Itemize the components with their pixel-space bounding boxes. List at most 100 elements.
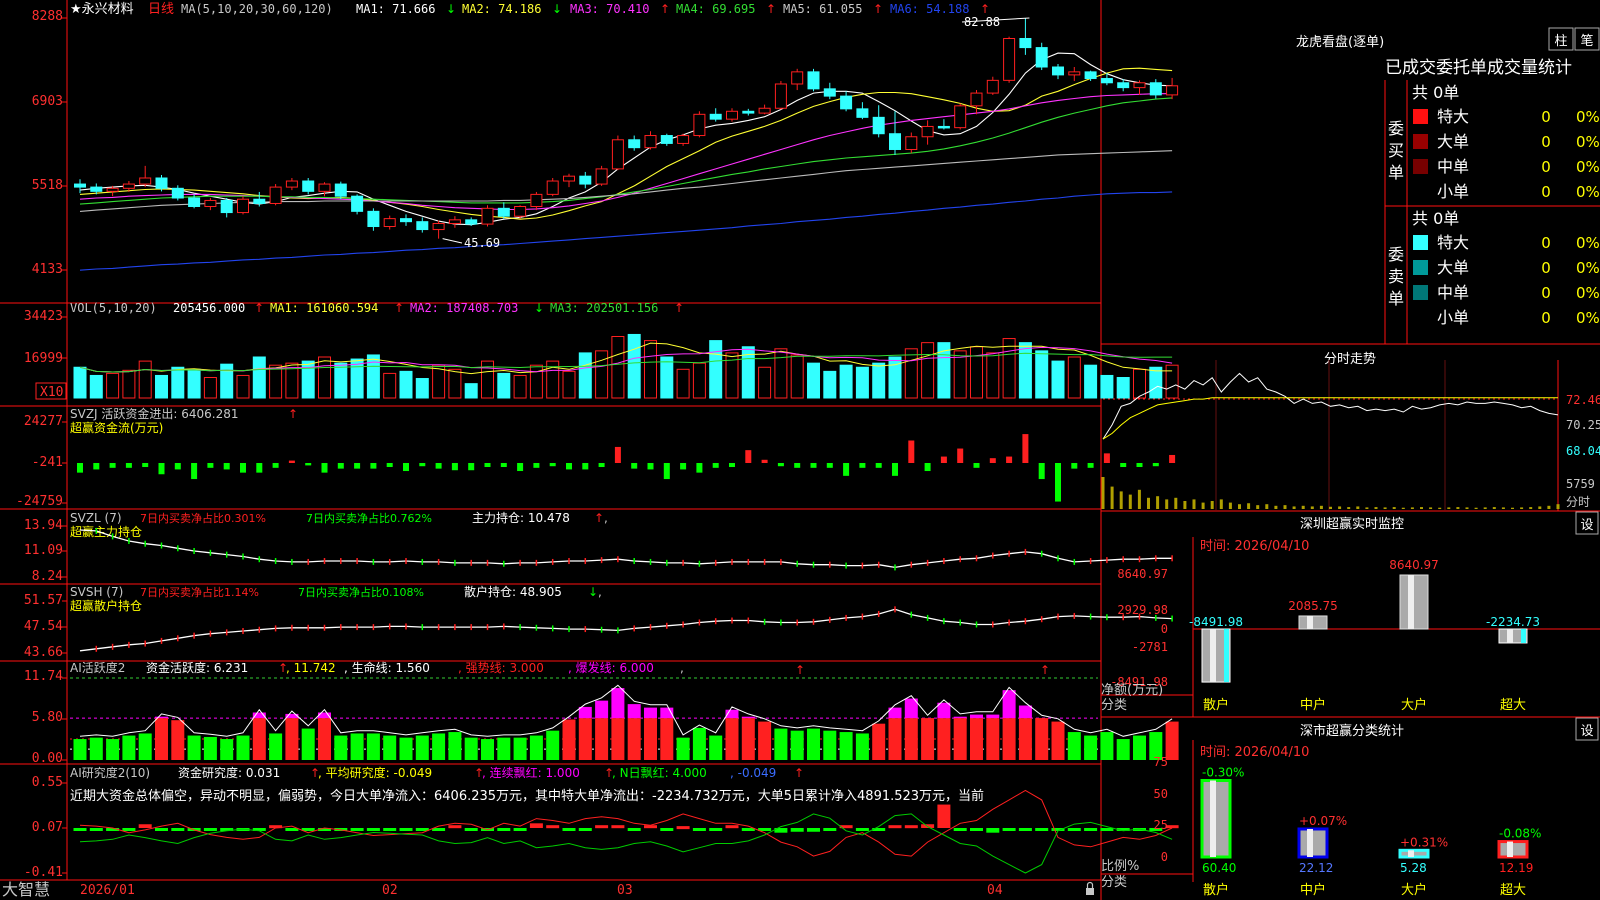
candlestick[interactable]	[611, 135, 624, 171]
candlestick[interactable]	[530, 191, 543, 211]
volume-bar[interactable]	[529, 364, 543, 399]
volume-bar[interactable]	[839, 364, 853, 399]
activity-bar[interactable]	[823, 730, 837, 760]
volume-bar[interactable]	[106, 372, 120, 399]
activity-bar[interactable]	[921, 718, 935, 760]
volume-bar[interactable]	[399, 370, 413, 399]
fund-flow-bar[interactable]	[305, 463, 312, 466]
activity-bar[interactable]	[709, 735, 723, 760]
activity-bar[interactable]	[546, 730, 560, 760]
volume-bar[interactable]	[203, 377, 217, 399]
research-bar[interactable]	[888, 825, 902, 829]
volume-bar[interactable]	[448, 368, 462, 399]
candlestick[interactable]	[677, 133, 690, 146]
volume-bar[interactable]	[464, 383, 478, 399]
candlestick[interactable]	[269, 184, 282, 206]
activity-bar[interactable]	[220, 739, 234, 760]
volume-bar[interactable]	[269, 364, 283, 399]
candlestick[interactable]	[693, 111, 706, 138]
volume-bar[interactable]	[1165, 364, 1179, 399]
fund-flow-bar[interactable]	[1006, 456, 1013, 463]
research-bar[interactable]	[350, 828, 364, 831]
volume-bar[interactable]	[432, 364, 446, 399]
research-bar[interactable]	[89, 828, 103, 831]
lock-icon[interactable]	[1086, 881, 1094, 896]
fund-flow-bar[interactable]	[892, 463, 898, 476]
activity-bar[interactable]	[269, 733, 283, 760]
research-bar[interactable]	[366, 828, 380, 831]
activity-bar[interactable]	[301, 728, 315, 760]
fund-flow-bar[interactable]	[1071, 463, 1078, 469]
volume-bar[interactable]	[1051, 360, 1065, 399]
fund-flow-bar[interactable]	[321, 463, 328, 473]
fund-flow-bar[interactable]	[1103, 453, 1110, 463]
activity-bar[interactable]	[252, 718, 266, 760]
research-bar[interactable]	[937, 804, 951, 828]
activity-bar[interactable]	[236, 735, 250, 760]
vol-plot[interactable]	[73, 333, 1179, 399]
volume-bar[interactable]	[904, 348, 918, 399]
activity-bar[interactable]	[1100, 732, 1114, 760]
activity-bar[interactable]	[595, 718, 609, 760]
volume-bar[interactable]	[595, 350, 609, 399]
svsh-line[interactable]	[79, 608, 1173, 652]
volume-bar[interactable]	[1100, 374, 1114, 399]
research-bar[interactable]	[790, 828, 804, 832]
volume-bar[interactable]	[986, 352, 1000, 399]
activity-bar[interactable]	[106, 739, 120, 760]
fund-flow-bar[interactable]	[729, 463, 735, 468]
candlestick[interactable]	[628, 135, 641, 151]
fund-flow-bar[interactable]	[1120, 463, 1127, 468]
activity-bar[interactable]	[562, 719, 576, 760]
activity-bar[interactable]	[513, 737, 527, 760]
fund-flow-bar[interactable]	[207, 463, 214, 468]
fund-flow-bar[interactable]	[598, 463, 605, 468]
volume-bar[interactable]	[578, 352, 592, 399]
candlestick[interactable]	[840, 91, 853, 112]
volume-bar[interactable]	[660, 356, 674, 399]
activity-bar[interactable]	[839, 732, 853, 760]
research-bar[interactable]	[823, 828, 837, 831]
activity-bar[interactable]	[611, 718, 625, 760]
fund-flow-bar[interactable]	[794, 463, 801, 468]
fund-flow-bar[interactable]	[761, 459, 768, 463]
research-bar[interactable]	[562, 828, 576, 831]
activity-bar[interactable]	[758, 721, 772, 760]
candlestick[interactable]	[334, 181, 347, 200]
activity-bar[interactable]	[953, 718, 967, 760]
candlestick[interactable]	[1052, 63, 1064, 80]
volume-bar[interactable]	[1133, 368, 1146, 399]
fund-flow-bar[interactable]	[614, 446, 621, 463]
research-bar[interactable]	[970, 828, 983, 831]
volume-bar[interactable]	[627, 333, 641, 399]
ai-active-plot[interactable]: ↑ ↑	[70, 663, 1179, 760]
research-bar[interactable]	[660, 828, 674, 831]
fund-flow-bar[interactable]	[419, 463, 426, 467]
volume-bar[interactable]	[676, 368, 690, 399]
fund-flow-bar[interactable]	[125, 463, 132, 468]
volume-bar[interactable]	[807, 362, 820, 399]
candlestick[interactable]	[1166, 77, 1179, 100]
volume-bar[interactable]	[89, 374, 103, 399]
research-bar[interactable]	[513, 828, 527, 831]
volume-bar[interactable]	[970, 346, 983, 399]
activity-bar[interactable]	[888, 718, 902, 760]
fund-flow-bar[interactable]	[549, 463, 556, 467]
fund-flow-bar[interactable]	[810, 463, 817, 468]
volume-bar[interactable]	[855, 366, 869, 399]
activity-bar[interactable]	[807, 728, 820, 760]
research-bar[interactable]	[383, 828, 397, 831]
volume-bar[interactable]	[774, 348, 788, 399]
research-bar[interactable]	[1067, 828, 1081, 831]
candlestick[interactable]	[171, 185, 184, 201]
volume-bar[interactable]	[1018, 342, 1032, 399]
activity-bar[interactable]	[171, 720, 185, 760]
fund-flow-bar[interactable]	[957, 448, 964, 463]
volume-bar[interactable]	[921, 342, 935, 399]
candlestick[interactable]	[237, 196, 249, 215]
kline-plot[interactable]	[74, 17, 1179, 271]
fund-flow-bar[interactable]	[908, 440, 915, 463]
candlestick[interactable]	[514, 205, 527, 219]
fund-flow-bar[interactable]	[533, 463, 540, 468]
candlestick[interactable]	[921, 120, 934, 145]
